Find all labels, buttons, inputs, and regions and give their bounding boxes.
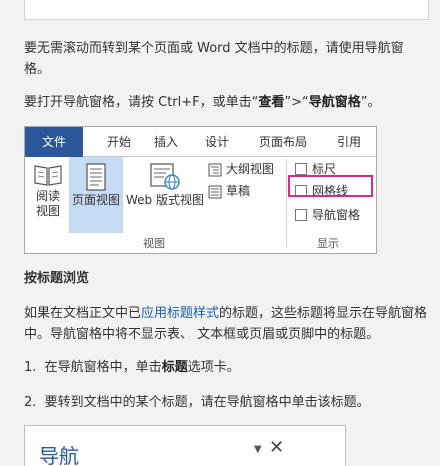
- tab-file[interactable]: 文件: [25, 127, 83, 157]
- outline-button[interactable]: 大纲视图: [208, 160, 274, 178]
- step-2-number: 2.: [24, 395, 37, 410]
- read-mode-label-2: 视图: [35, 204, 60, 218]
- tab-home[interactable]: 开始: [99, 127, 139, 157]
- section-heading: 按标题浏览: [24, 271, 90, 286]
- nav-pane-highlight: [288, 175, 373, 197]
- draft-label: 草稿: [226, 184, 251, 198]
- open-pane-text-2: ”>“: [284, 95, 309, 110]
- headings-text-1: 如果在文档正文中已: [24, 306, 142, 321]
- open-pane-paragraph: 要打开导航窗格，请按 Ctrl+F，或单击“查看”>“导航窗格”。: [24, 92, 429, 113]
- nav-pane-checkbox-box[interactable]: [295, 208, 307, 221]
- views-group-label: 视图: [143, 237, 165, 250]
- page-icon: [86, 163, 106, 191]
- intro-text: 要无需滚动而转到某个页面或 Word 文档中的标题，请使用导航窗格。: [24, 41, 404, 77]
- step-2: 2. 要转到文档中的某个标题，请在导航窗格中单击该标题。: [24, 392, 429, 413]
- tab-insert[interactable]: 插入: [146, 127, 186, 157]
- web-page-icon: [150, 163, 180, 190]
- draft-button[interactable]: 草稿: [208, 182, 250, 200]
- step-1-text-2: 选项卡。: [187, 360, 240, 375]
- open-pane-text-3: ”。: [360, 95, 381, 110]
- chevron-down-icon[interactable]: ▼: [254, 444, 262, 455]
- tab-layout[interactable]: 页面布局: [253, 127, 313, 157]
- ribbon-screenshot: 文件 开始 插入 设计 页面布局 引用 阅读 视图 页面视图 Web 版式视图 …: [24, 126, 377, 254]
- top-content-box: [24, 0, 429, 20]
- web-layout-label: Web 版式视图: [126, 193, 204, 207]
- book-icon: [34, 165, 62, 186]
- close-icon[interactable]: ✕: [269, 437, 284, 458]
- nav-pane-title: 导航: [39, 444, 79, 466]
- tab-design[interactable]: 设计: [197, 127, 237, 157]
- nav-pane-checkbox[interactable]: 导航窗格: [295, 206, 360, 224]
- step-1-number: 1.: [24, 360, 37, 375]
- open-pane-text-1: 要打开导航窗格，请按 Ctrl+F，或单击“: [24, 95, 259, 110]
- web-layout-button[interactable]: Web 版式视图: [125, 163, 205, 208]
- print-layout-button[interactable]: 页面视图: [69, 163, 123, 208]
- group-separator: [286, 159, 287, 247]
- step-1-text-1: 在导航窗格中，单击: [44, 360, 162, 375]
- outline-label: 大纲视图: [226, 162, 275, 176]
- show-group-label: 显示: [317, 237, 339, 250]
- apply-heading-styles-link[interactable]: 应用标题样式: [141, 306, 219, 321]
- ribbon-tabs: 文件 开始 插入 设计 页面布局 引用: [25, 127, 376, 157]
- ruler-checkbox-box[interactable]: [295, 162, 307, 175]
- intro-paragraph: 要无需滚动而转到某个页面或 Word 文档中的标题，请使用导航窗格。: [24, 38, 429, 80]
- step-1: 1. 在导航窗格中，单击标题选项卡。: [24, 357, 429, 378]
- outline-icon: [208, 163, 222, 176]
- read-mode-label-1: 阅读: [35, 189, 60, 203]
- step-2-text: 要转到文档中的某个标题，请在导航窗格中单击该标题。: [44, 395, 370, 410]
- ruler-label: 标尺: [312, 162, 337, 176]
- view-tab-ref: 查看: [258, 95, 285, 110]
- read-mode-button[interactable]: 阅读 视图: [29, 163, 67, 219]
- nav-pane-ref: 导航窗格: [308, 95, 361, 110]
- nav-pane-label: 导航窗格: [312, 208, 361, 222]
- nav-pane-screenshot: 导航 ▼ ✕: [24, 425, 346, 466]
- draft-icon: [208, 185, 222, 198]
- headings-paragraph: 如果在文档正文中已应用标题样式的标题，这些标题将显示在导航窗格中。导航窗格中将不…: [24, 303, 429, 345]
- headings-tab-ref: 标题: [161, 360, 188, 375]
- tab-references[interactable]: 引用: [329, 127, 369, 157]
- print-layout-label: 页面视图: [71, 193, 120, 207]
- ribbon-groups: 阅读 视图 页面视图 Web 版式视图 大纲视图 草稿 视图 标尺 网格线 导航…: [25, 157, 376, 253]
